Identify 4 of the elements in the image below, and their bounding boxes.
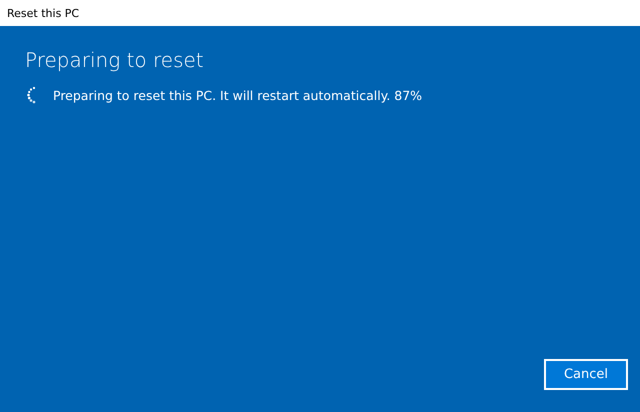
cancel-button[interactable]: Cancel (544, 359, 628, 390)
window-title: Reset this PC (7, 6, 80, 20)
status-text: Preparing to reset this PC. It will restart automatically. 87% (53, 88, 422, 102)
heading: Preparing to reset (25, 48, 205, 72)
